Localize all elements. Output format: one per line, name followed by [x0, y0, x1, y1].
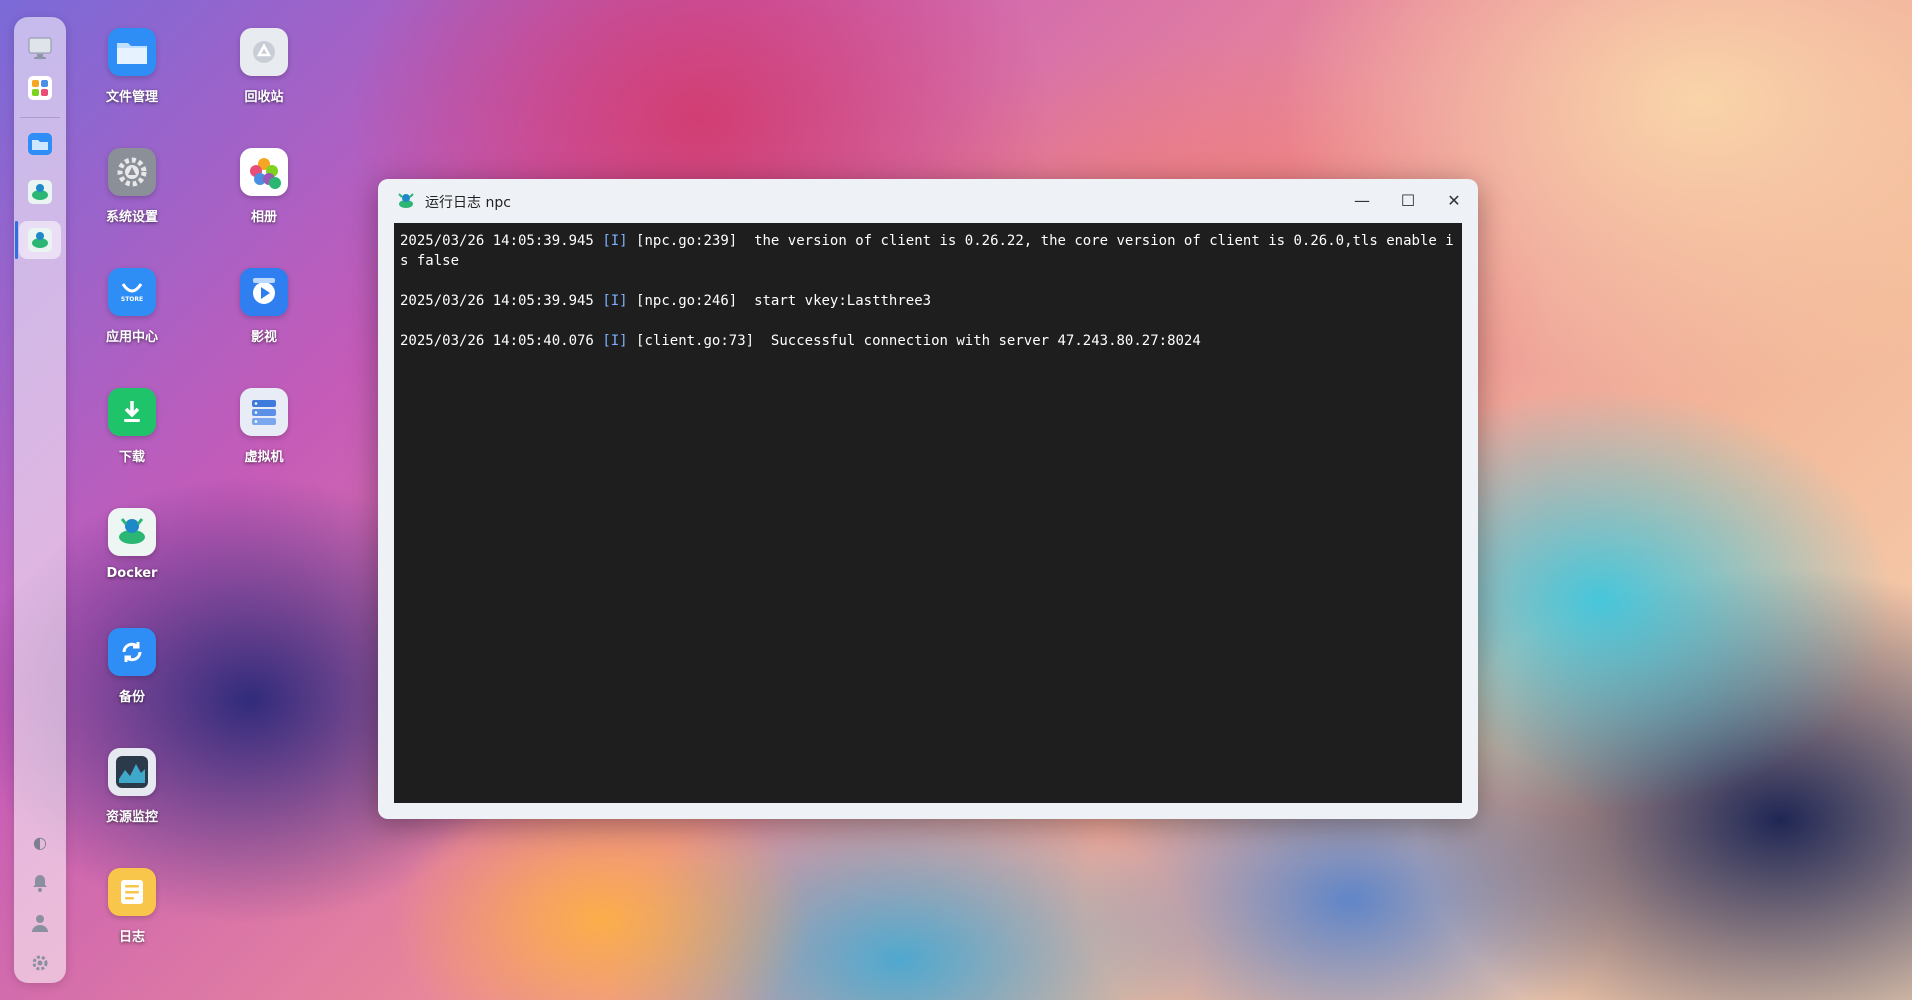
download-icon: [108, 388, 156, 436]
store-badge-text: STORE: [120, 295, 144, 303]
log-window: 运行日志 npc — ☐ ✕ 2025/03/26 14:05:39.945 […: [378, 179, 1478, 819]
log-timestamp: 2025/03/26 14:05:39.945: [400, 233, 594, 249]
icon-label: Docker: [106, 566, 158, 581]
desktop-icon-resource-monitor[interactable]: 资源监控: [77, 748, 187, 825]
icon-label: 文件管理: [105, 90, 158, 105]
bell-icon[interactable]: [30, 873, 50, 893]
window-titlebar[interactable]: 运行日志 npc — ☐ ✕: [378, 179, 1478, 223]
desktop-icon-docker[interactable]: Docker: [77, 508, 187, 581]
virtual-machine-icon: [240, 388, 288, 436]
dock-separator: [20, 117, 60, 118]
user-icon[interactable]: [30, 913, 50, 933]
log-source: [npc.go:239]: [636, 233, 738, 249]
log-line: 2025/03/26 14:05:40.076 [I] [client.go:7…: [400, 331, 1456, 351]
desktop-icon-app-center[interactable]: STORE 应用中心: [77, 268, 187, 345]
desktop-icon-download[interactable]: 下载: [77, 388, 187, 465]
icon-label: 影视: [250, 330, 277, 345]
desktop-icon-video[interactable]: 影视: [209, 268, 319, 345]
gear-icon[interactable]: [30, 953, 50, 973]
log-line: 2025/03/26 14:05:39.945 [I] [npc.go:239]…: [400, 231, 1456, 271]
folder-icon[interactable]: [27, 131, 53, 157]
icon-label: 下载: [118, 450, 145, 465]
photos-icon: [240, 148, 288, 196]
log-timestamp: 2025/03/26 14:05:40.076: [400, 333, 594, 349]
video-icon: [240, 268, 288, 316]
docker-icon[interactable]: [27, 179, 53, 205]
icon-label: 备份: [118, 690, 145, 705]
log-source: [npc.go:246]: [636, 293, 738, 309]
npc-app-icon: [396, 191, 416, 211]
apps-grid-icon[interactable]: [27, 75, 53, 101]
desktop-icon-virtual-machine[interactable]: 虚拟机: [209, 388, 319, 465]
app-store-icon: STORE: [108, 268, 156, 316]
minimize-button[interactable]: —: [1350, 189, 1374, 213]
docker-icon: [108, 508, 156, 556]
log-timestamp: 2025/03/26 14:05:39.945: [400, 293, 594, 309]
desktop-icon-backup[interactable]: 备份: [77, 628, 187, 705]
log-console[interactable]: 2025/03/26 14:05:39.945 [I] [npc.go:239]…: [394, 223, 1462, 803]
close-button[interactable]: ✕: [1442, 189, 1466, 213]
folder-icon: [108, 28, 156, 76]
maximize-button[interactable]: ☐: [1396, 189, 1420, 213]
icon-label: 资源监控: [105, 810, 158, 825]
desktop-icon[interactable]: [27, 35, 53, 61]
log-level: [I]: [602, 233, 628, 249]
log-message: Successful connection with server 47.243…: [762, 333, 1201, 349]
icon-label: 相册: [250, 210, 277, 225]
desktop-icon-recycle-bin[interactable]: 回收站: [209, 28, 319, 105]
log-level: [I]: [602, 333, 628, 349]
desktop-icon-settings[interactable]: 系统设置: [77, 148, 187, 225]
desktop-icon-log[interactable]: 日志: [77, 868, 187, 945]
log-source: [client.go:73]: [636, 333, 755, 349]
desktop-icon-file-manager[interactable]: 文件管理: [77, 28, 187, 105]
log-icon: [108, 868, 156, 916]
theme-icon[interactable]: ◐: [30, 833, 50, 853]
log-line: 2025/03/26 14:05:39.945 [I] [npc.go:246]…: [400, 291, 1456, 311]
recycle-bin-icon: [240, 28, 288, 76]
icon-label: 日志: [118, 930, 145, 945]
dock-active-indicator: [15, 221, 18, 259]
desktop-icon-photos[interactable]: 相册: [209, 148, 319, 225]
icon-label: 虚拟机: [244, 450, 284, 465]
backup-icon: [108, 628, 156, 676]
icon-label: 系统设置: [105, 210, 158, 225]
npc-app-icon[interactable]: [27, 227, 53, 253]
settings-gear-icon: [108, 148, 156, 196]
log-level: [I]: [602, 293, 628, 309]
window-title: 运行日志 npc: [425, 195, 511, 211]
dock: ◐: [14, 17, 66, 983]
icon-label: 应用中心: [105, 330, 158, 345]
log-message: start vkey:Lastthree3: [745, 293, 932, 309]
icon-label: 回收站: [244, 90, 284, 105]
resource-monitor-icon: [108, 748, 156, 796]
